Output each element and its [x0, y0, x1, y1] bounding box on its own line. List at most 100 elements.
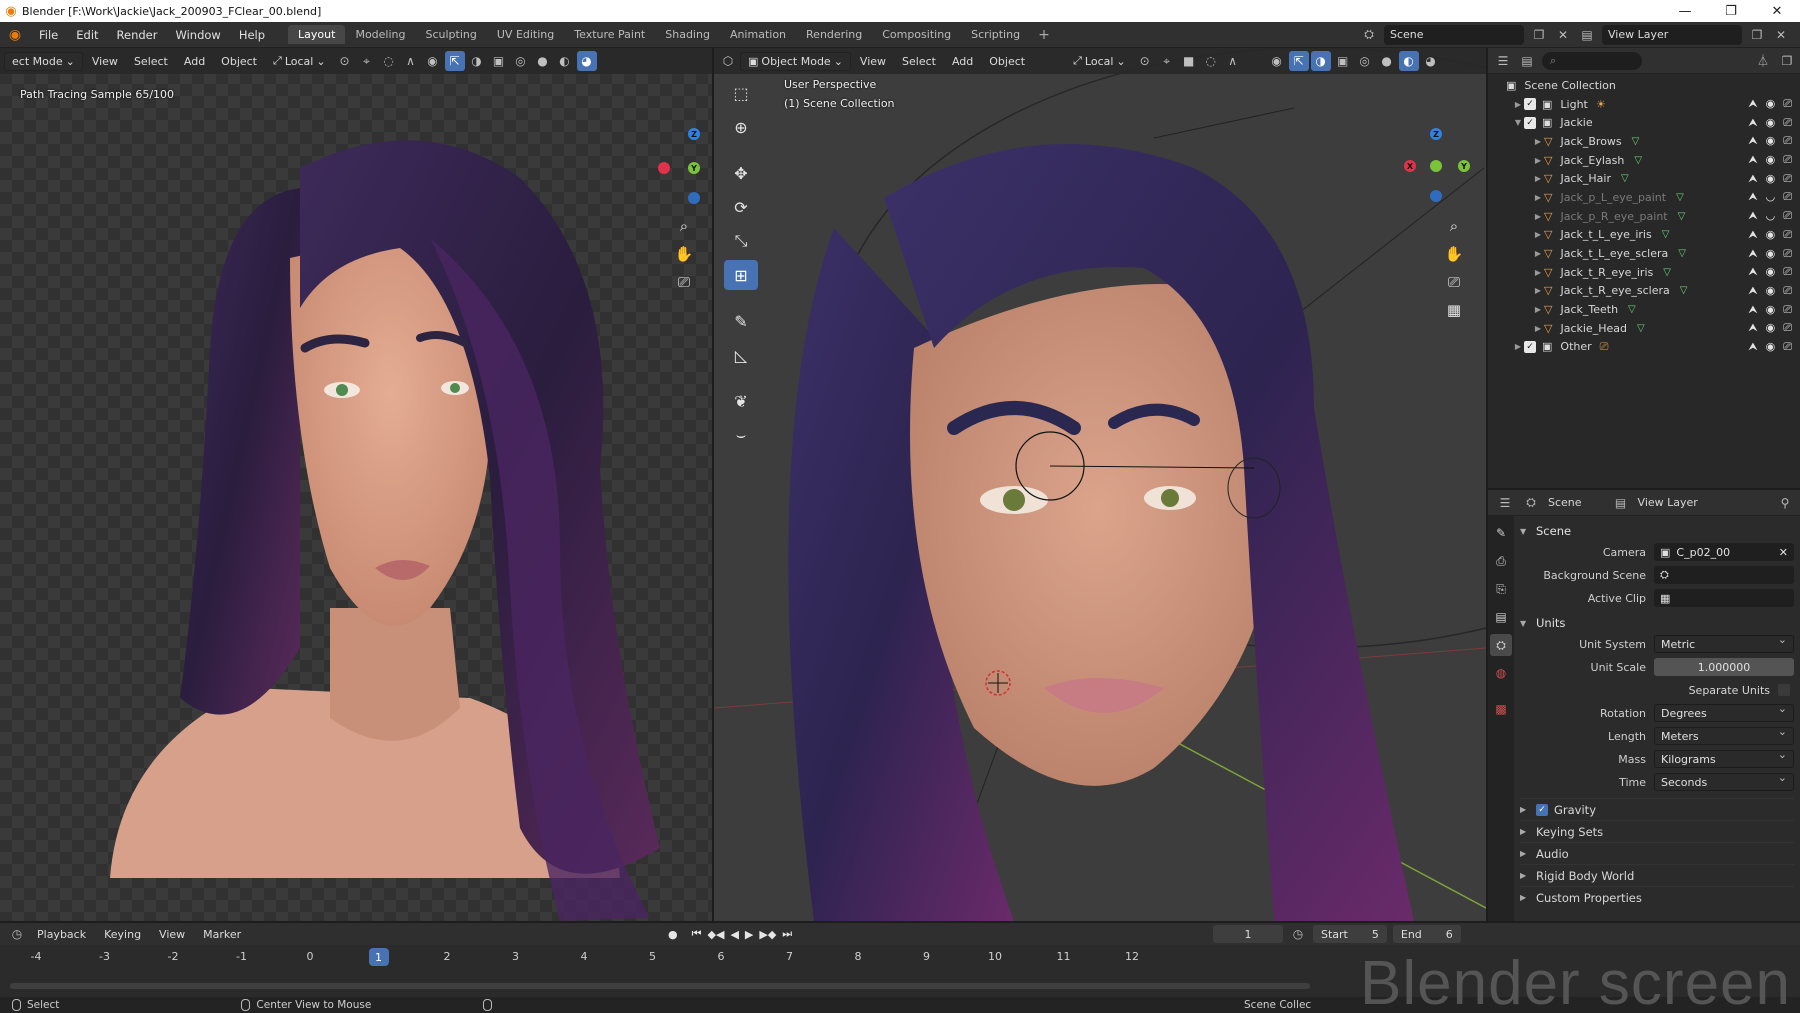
gizmo-x-axis[interactable]: X — [1404, 160, 1416, 172]
visibility-eye-icon[interactable]: ◡ — [1766, 190, 1776, 204]
world-tab-icon[interactable]: ◍ — [1490, 662, 1512, 684]
mesh-data-icon[interactable]: ▽ — [1637, 323, 1645, 334]
outliner-row-jackie-head[interactable]: ▶ ▽ Jackie_Head ▽ ⮝ ◉ ⎚ — [1488, 319, 1800, 338]
tab-modeling[interactable]: Modeling — [345, 25, 415, 44]
left-mode-dropdown[interactable]: ect Mode ⌄ — [4, 51, 83, 71]
gizmo-toggle-icon[interactable]: ⇱ — [444, 51, 465, 71]
mesh-data-icon[interactable]: ▽ — [1634, 155, 1642, 166]
menu-render[interactable]: Render — [108, 28, 167, 42]
outliner-row-jack-t-r-eye-iris[interactable]: ▶ ▽ Jack_t_R_eye_iris ▽ ⮝ ◉ ⎚ — [1488, 263, 1800, 282]
menu-playback[interactable]: Playback — [30, 928, 93, 941]
properties-editor-icon[interactable]: ☰ — [1496, 494, 1514, 512]
bend-tool-icon[interactable]: ⌣ — [724, 420, 758, 450]
properties-header-scene[interactable]: Scene — [1548, 496, 1582, 509]
tab-compositing[interactable]: Compositing — [872, 25, 961, 44]
outliner-row-jack-p-r-eye-paint[interactable]: ▶ ▽ Jack_p_R_eye_paint ▽ ⮝ ◡ ⎚ — [1488, 207, 1800, 226]
collapsed-triangle-icon[interactable]: ▶ — [1532, 174, 1544, 183]
collection-checkbox[interactable]: ✓ — [1524, 116, 1536, 129]
visibility-eye-icon[interactable]: ◉ — [1766, 303, 1776, 317]
snap-icon[interactable]: ⌖ — [357, 51, 377, 71]
right-menu-add[interactable]: Add — [945, 53, 980, 70]
render-tab-icon[interactable]: ⎙ — [1490, 550, 1512, 572]
audio-panel[interactable]: ▶ Audio — [1520, 842, 1794, 864]
close-button[interactable]: ✕ — [1754, 0, 1800, 22]
view-layer-icon[interactable]: ▤ — [1578, 26, 1596, 44]
outliner-row-jack-p-l-eye-paint[interactable]: ▶ ▽ Jack_p_L_eye_paint ▽ ⮝ ◡ ⎚ — [1488, 188, 1800, 207]
timeline-scrollbar[interactable] — [10, 983, 1310, 989]
gizmo-neg-x-axis[interactable] — [658, 162, 670, 174]
mesh-data-icon[interactable]: ▽ — [1628, 304, 1636, 315]
render-camera-icon[interactable]: ⎚ — [1783, 284, 1792, 298]
visibility-eye-icon[interactable]: ◉ — [1766, 247, 1776, 261]
camera-view-icon[interactable]: ⎚ — [1442, 270, 1466, 294]
visibility-icon[interactable]: ◉ — [1267, 51, 1287, 71]
snap-target-icon[interactable]: ■ — [1179, 51, 1199, 71]
output-tab-icon[interactable]: ⎘ — [1490, 578, 1512, 600]
tab-rendering[interactable]: Rendering — [796, 25, 872, 44]
rotation-dropdown[interactable]: Degrees — [1654, 702, 1794, 722]
outliner-row-jack-brows[interactable]: ▶ ▽ Jack_Brows ▽ ⮝ ◉ ⎚ — [1488, 132, 1800, 151]
render-viewport[interactable]: ect Mode ⌄ View Select Add Object ⤢ Local ⌄… — [0, 48, 712, 921]
visibility-eye-icon[interactable]: ◉ — [1766, 265, 1776, 279]
mesh-data-icon[interactable]: ▽ — [1678, 211, 1686, 222]
add-cube-tool-icon[interactable]: ❦ — [724, 386, 758, 416]
visibility-eye-icon[interactable]: ◡ — [1766, 209, 1776, 223]
collapsed-triangle-icon[interactable]: ▶ — [1532, 324, 1544, 333]
timeline-editor-icon[interactable]: ◷ — [8, 925, 26, 943]
visibility-eye-icon[interactable]: ◉ — [1766, 172, 1776, 186]
wireframe-shading-icon[interactable]: ◎ — [1355, 51, 1375, 71]
outliner-row-jack-t-l-eye-sclera[interactable]: ▶ ▽ Jack_t_L_eye_sclera ▽ ⮝ ◉ ⎚ — [1488, 244, 1800, 263]
material-shading-icon[interactable]: ◐ — [1398, 51, 1419, 71]
new-collection-icon[interactable]: ❐ — [1778, 52, 1796, 70]
view-layer-tab-icon[interactable]: ▤ — [1490, 606, 1512, 628]
visibility-eye-icon[interactable]: ◉ — [1766, 228, 1776, 242]
selectable-icon[interactable]: ⮝ — [1748, 265, 1757, 279]
new-scene-icon[interactable]: ❐ — [1530, 26, 1548, 44]
selectable-icon[interactable]: ⮝ — [1748, 97, 1757, 111]
scene-field[interactable]: Scene — [1384, 24, 1524, 45]
visibility-eye-icon[interactable]: ◉ — [1766, 134, 1776, 148]
render-camera-icon[interactable]: ⎚ — [1783, 247, 1792, 261]
length-dropdown[interactable]: Meters — [1654, 725, 1794, 745]
tab-uv-editing[interactable]: UV Editing — [487, 25, 564, 44]
menu-window[interactable]: Window — [166, 28, 229, 42]
selectable-icon[interactable]: ⮝ — [1748, 340, 1757, 354]
scene-tab-icon[interactable]: ⛭ — [1490, 634, 1512, 656]
separate-units-checkbox[interactable] — [1778, 684, 1790, 696]
menu-marker[interactable]: Marker — [196, 928, 248, 941]
outliner-row-jack-t-l-eye-iris[interactable]: ▶ ▽ Jack_t_L_eye_iris ▽ ⮝ ◉ ⎚ — [1488, 226, 1800, 245]
outliner-row-jack-hair[interactable]: ▶ ▽ Jack_Hair ▽ ⮝ ◉ ⎚ — [1488, 169, 1800, 188]
minimize-button[interactable]: — — [1662, 0, 1708, 22]
left-menu-select[interactable]: Select — [127, 53, 175, 70]
new-view-layer-icon[interactable]: ❐ — [1748, 26, 1766, 44]
scene-panel-header[interactable]: ▼ Scene — [1520, 520, 1794, 542]
pan-hand-icon[interactable]: ✋ — [1442, 242, 1466, 266]
filter-icon[interactable]: ⏃ — [1754, 52, 1772, 70]
delete-scene-icon[interactable]: ✕ — [1554, 26, 1572, 44]
render-camera-icon[interactable]: ⎚ — [1783, 97, 1792, 111]
active-clip-field[interactable]: ▦ — [1654, 589, 1794, 607]
rendered-shading-icon[interactable]: ◕ — [1421, 51, 1441, 71]
scale-tool-icon[interactable]: ⤡ — [724, 226, 758, 256]
render-camera-icon[interactable]: ⎚ — [1783, 228, 1792, 242]
outliner-search-input[interactable]: ⌕ — [1542, 51, 1642, 70]
right-menu-view[interactable]: View — [853, 53, 893, 70]
mesh-data-icon[interactable]: ▽ — [1680, 285, 1688, 296]
selectable-icon[interactable]: ⮝ — [1748, 116, 1757, 130]
expanded-triangle-icon[interactable]: ▼ — [1512, 118, 1524, 127]
mesh-data-icon[interactable]: ▽ — [1662, 229, 1670, 240]
editor-type-icon[interactable]: ⬡ — [718, 51, 738, 71]
render-camera-icon[interactable]: ⎚ — [1783, 172, 1792, 186]
render-camera-icon[interactable]: ⎚ — [1783, 321, 1792, 335]
falloff-icon[interactable]: ∧ — [401, 51, 421, 71]
collapsed-triangle-icon[interactable]: ▶ — [1512, 342, 1524, 351]
solid-shading-icon[interactable]: ● — [533, 51, 553, 71]
selectable-icon[interactable]: ⮝ — [1748, 303, 1757, 317]
render-camera-icon[interactable]: ⎚ — [1783, 209, 1792, 223]
menu-file[interactable]: File — [30, 28, 67, 42]
rendered-shading-icon[interactable]: ◕ — [576, 51, 597, 71]
outliner-row-jack-teeth[interactable]: ▶ ▽ Jack_Teeth ▽ ⮝ ◉ ⎚ — [1488, 300, 1800, 319]
end-frame-field[interactable]: End 6 — [1392, 925, 1461, 943]
menu-timeline-view[interactable]: View — [152, 928, 192, 941]
pivot-icon[interactable]: ⊙ — [335, 51, 355, 71]
